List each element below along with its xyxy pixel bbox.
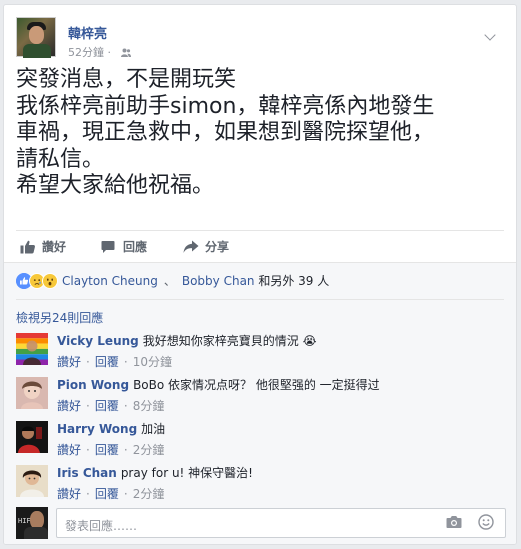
dot-separator: · xyxy=(86,399,90,413)
comment-body: Harry Wong 加油 xyxy=(57,421,165,437)
dot-separator: · xyxy=(123,355,128,369)
reactor-name[interactable]: Clayton Cheung xyxy=(62,274,158,288)
post-message: 突發消息，不是開玩笑 我係梓亮前助手simon，韓梓亮係內地發生 車禍，現正急救… xyxy=(16,67,506,200)
author-avatar[interactable] xyxy=(16,17,56,58)
current-user-avatar[interactable]: HIF xyxy=(16,507,48,539)
dot-separator: · xyxy=(86,355,90,369)
reply-composer: HIF 發表回應…… xyxy=(16,507,506,539)
reactor-name[interactable]: Bobby Chan xyxy=(182,274,255,288)
comment-text: pray for u! 神保守醫治! xyxy=(120,466,253,480)
commenter-avatar[interactable] xyxy=(16,421,48,453)
avatar-caption: HIF xyxy=(18,517,31,525)
comment-reply-link[interactable]: 回覆 xyxy=(95,399,119,413)
comment-body: Iris Chan pray for u! 神保守醫治! xyxy=(57,465,253,481)
comment-text: 我好想知你家梓亮寶貝的情況 😭 xyxy=(142,334,317,348)
comment-item: Harry Wong 加油 讚好 · 回覆 · 2分鐘 xyxy=(16,421,506,463)
comment-icon xyxy=(101,241,115,253)
comment-like-link[interactable]: 讚好 xyxy=(57,399,81,413)
comment-body: Pion Wong BoBo 依家情况点呀？ 他很堅强的 一定挺得过 xyxy=(57,377,380,393)
dot-separator: · xyxy=(123,443,128,457)
chevron-down-icon[interactable] xyxy=(484,29,496,41)
reactions-others[interactable]: 和另外 39 人 xyxy=(255,274,329,288)
dot-separator: · xyxy=(86,487,90,501)
comment-meta: 讚好 · 回覆 · 2分鐘 xyxy=(57,441,164,458)
comment-like-link[interactable]: 讚好 xyxy=(57,355,81,369)
emoji-icon[interactable] xyxy=(478,514,494,530)
comment-timestamp[interactable]: 2分鐘 xyxy=(133,443,165,457)
comment-meta: 讚好 · 回覆 · 2分鐘 xyxy=(57,485,164,502)
comment-label: 回應 xyxy=(123,240,148,254)
share-icon xyxy=(183,240,199,253)
post-line: 請私信。 xyxy=(16,146,105,172)
comment-like-link[interactable]: 讚好 xyxy=(57,487,81,501)
comment-meta: 讚好 · 回覆 · 8分鐘 xyxy=(57,397,164,414)
camera-icon[interactable] xyxy=(446,515,462,529)
comment-text: BoBo 依家情况点呀？ 他很堅强的 一定挺得过 xyxy=(133,378,380,392)
thumbs-up-icon xyxy=(20,240,35,254)
post-line: 我係梓亮前助手simon，韓梓亮係內地發生 xyxy=(16,93,435,119)
comment-timestamp[interactable]: 10分鐘 xyxy=(133,355,172,369)
post-header: 韓梓亮 52分鐘 · xyxy=(16,17,506,60)
dot-separator: · xyxy=(123,487,128,501)
comment-body: Vicky Leung 我好想知你家梓亮寶貝的情況 😭 xyxy=(57,333,317,349)
comment-item: Iris Chan pray for u! 神保守醫治! 讚好 · 回覆 · 2分鐘 xyxy=(16,465,506,507)
post-line: 車禍，現正急救中，如果想到醫院探望他， xyxy=(16,120,435,145)
commenter-avatar[interactable] xyxy=(16,465,48,497)
post-meta: 52分鐘 · xyxy=(68,44,131,60)
commenter-name[interactable]: Iris Chan xyxy=(57,466,117,480)
divider xyxy=(16,230,504,231)
dot-separator: · xyxy=(107,46,115,59)
action-bar: 讚好 回應 分享 xyxy=(16,233,506,261)
comment-reply-link[interactable]: 回覆 xyxy=(95,355,119,369)
commenter-name[interactable]: Vicky Leung xyxy=(57,334,139,348)
comment-timestamp[interactable]: 2分鐘 xyxy=(133,487,165,501)
share-label: 分享 xyxy=(205,240,230,254)
comment-item: Vicky Leung 我好想知你家梓亮寶貝的情況 😭 讚好 · 回覆 · 10分鐘 xyxy=(16,333,506,375)
comment-item: Pion Wong BoBo 依家情况点呀？ 他很堅强的 一定挺得过 讚好 · 回覆 ·… xyxy=(16,377,506,419)
like-label: 讚好 xyxy=(42,240,67,254)
commenter-name[interactable]: Pion Wong xyxy=(57,378,129,392)
commenter-avatar[interactable] xyxy=(16,377,48,409)
view-more-comments-link[interactable]: 檢視另24則回應 xyxy=(16,309,103,326)
commenter-avatar[interactable] xyxy=(16,333,48,365)
comment-meta: 讚好 · 回覆 · 10分鐘 xyxy=(57,353,172,370)
comment-text: 加油 xyxy=(141,422,166,436)
post-line: 希望大家給他祝福。 xyxy=(16,173,215,198)
post-card: 韓梓亮 52分鐘 · 突發消息，不是開玩笑 我係梓亮前助手simon，韓梓亮係內… xyxy=(3,4,517,545)
friends-icon[interactable] xyxy=(120,48,131,57)
commenter-name[interactable]: Harry Wong xyxy=(57,422,137,436)
dot-separator: · xyxy=(86,443,90,457)
post-timestamp[interactable]: 52分鐘 xyxy=(68,46,104,59)
post-line: 突發消息，不是開玩笑 xyxy=(16,67,237,92)
wow-icon xyxy=(42,273,58,289)
comment-like-link[interactable]: 讚好 xyxy=(57,443,81,457)
comment-input[interactable]: 發表回應…… xyxy=(56,508,506,538)
comment-reply-link[interactable]: 回覆 xyxy=(95,443,119,457)
comment-timestamp[interactable]: 8分鐘 xyxy=(133,399,165,413)
comment-reply-link[interactable]: 回覆 xyxy=(95,487,119,501)
divider xyxy=(16,299,504,300)
author-name[interactable]: 韓梓亮 xyxy=(68,23,107,42)
dot-separator: · xyxy=(123,399,128,413)
feedback-section: Clayton Cheung 、 Bobby Chan 和另外 39 人 檢視另24… xyxy=(4,262,516,544)
reactor-separator: 、 xyxy=(163,274,176,288)
reaction-names: Clayton Cheung 、 Bobby Chan 和另外 39 人 xyxy=(62,272,329,289)
